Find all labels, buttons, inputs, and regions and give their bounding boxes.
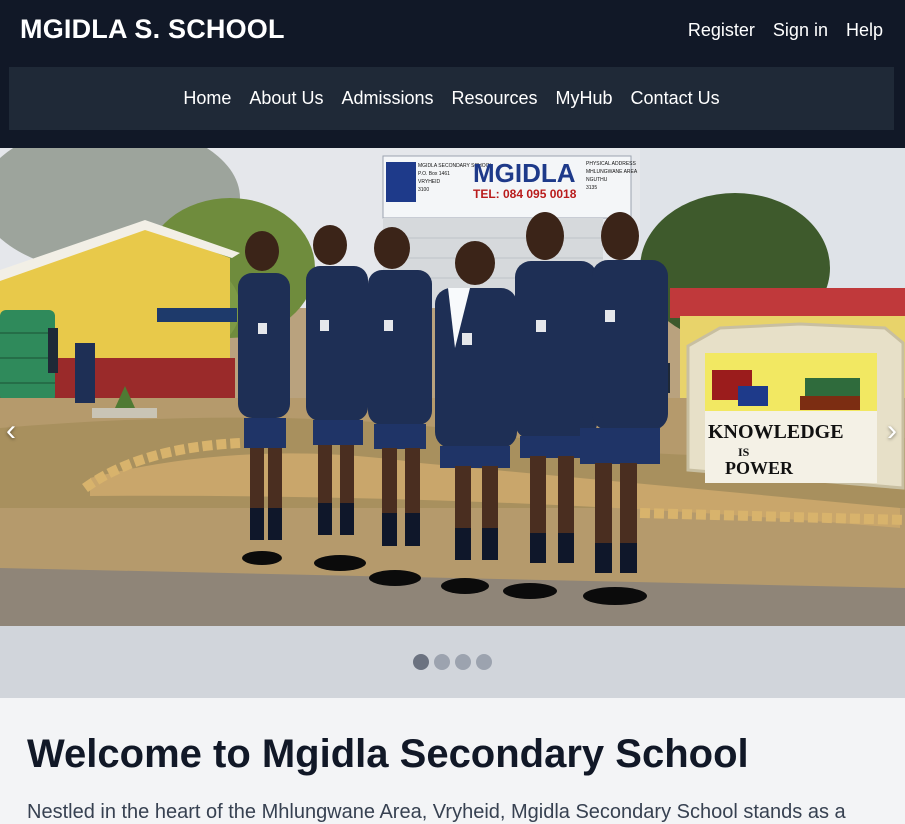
rock-text-is: IS	[738, 445, 750, 459]
site-header: MGIDLA S. SCHOOL Register Sign in Help H…	[0, 0, 905, 148]
sign-in-link[interactable]: Sign in	[773, 20, 828, 41]
account-links: Register Sign in Help	[688, 20, 883, 41]
sign-town: VRYHEID	[418, 179, 441, 185]
nav-about-us[interactable]: About Us	[249, 88, 323, 109]
welcome-intro: Nestled in the heart of the Mhlungwane A…	[27, 801, 846, 823]
carousel-dot-1[interactable]	[413, 654, 429, 670]
sign-address-town: NGUTHU	[586, 177, 608, 183]
nav-myhub[interactable]: MyHub	[556, 88, 613, 109]
nav-contact-us[interactable]: Contact Us	[631, 88, 720, 109]
nav-resources[interactable]: Resources	[451, 88, 537, 109]
carousel-dot-3[interactable]	[455, 654, 471, 670]
hero-carousel: MGIDLA SECONDARY SCHOOL P.O. Box 1461 VR…	[0, 148, 905, 626]
sign-address-area: MHLUNGWANE AREA	[586, 169, 638, 175]
nav-admissions[interactable]: Admissions	[341, 88, 433, 109]
rock-text-power: POWER	[725, 458, 794, 478]
carousel-indicators	[0, 626, 905, 698]
help-link[interactable]: Help	[846, 20, 883, 41]
carousel-dot-2[interactable]	[434, 654, 450, 670]
register-link[interactable]: Register	[688, 20, 755, 41]
sign-title: MGIDLA	[473, 158, 576, 188]
rock-text-knowledge: KNOWLEDGE	[708, 421, 844, 443]
carousel-prev-arrow[interactable]: ‹	[6, 416, 16, 446]
carousel-dot-4[interactable]	[476, 654, 492, 670]
sign-postal-code: 3100	[418, 187, 429, 193]
nav-home[interactable]: Home	[183, 88, 231, 109]
sign-address-label: PHYSICAL ADDRESS	[586, 161, 636, 167]
hero-photo: MGIDLA SECONDARY SCHOOL P.O. Box 1461 VR…	[0, 148, 905, 626]
site-brand[interactable]: MGIDLA S. SCHOOL	[20, 14, 285, 45]
main-nav: Home About Us Admissions Resources MyHub…	[9, 67, 894, 130]
sign-phone: TEL: 084 095 0018	[473, 187, 577, 201]
carousel-next-arrow[interactable]: ›	[887, 416, 897, 446]
sign-po-box: P.O. Box 1461	[418, 171, 450, 177]
welcome-section: Welcome to Mgidla Secondary School Nestl…	[0, 698, 905, 823]
sign-address-code: 3135	[586, 185, 597, 191]
welcome-heading: Welcome to Mgidla Secondary School	[27, 732, 749, 776]
